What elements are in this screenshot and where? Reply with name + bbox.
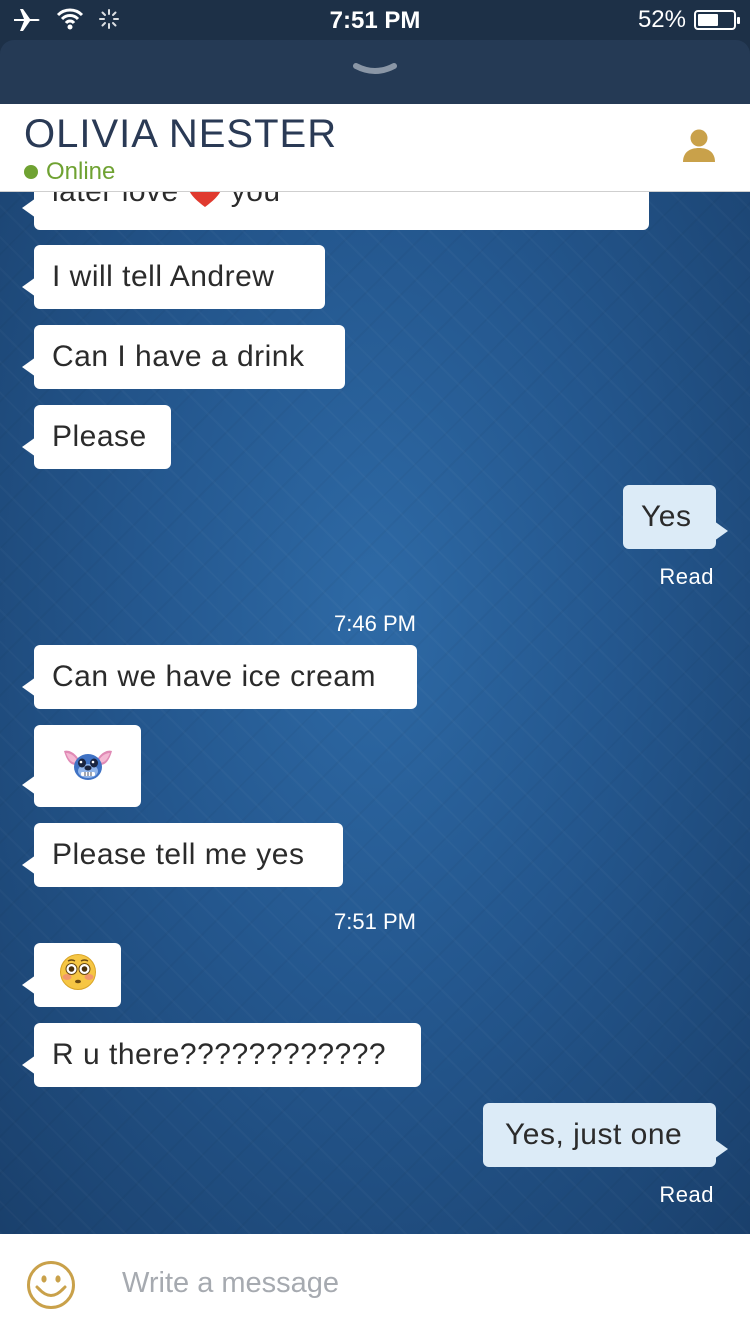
presence-label: Online (46, 158, 116, 185)
sheet-handle[interactable] (0, 40, 750, 104)
battery-icon (694, 10, 740, 30)
read-receipt: Read (659, 564, 714, 589)
message-input[interactable] (122, 1258, 712, 1308)
battery-percent: 52% (637, 6, 686, 33)
message-text: later love (52, 192, 179, 207)
message-outgoing[interactable]: Yes, just one (483, 1103, 728, 1167)
message-incoming[interactable]: I will tell Andrew (22, 245, 325, 309)
message-text: Yes, just one (505, 1118, 683, 1151)
message-incoming[interactable] (22, 943, 121, 1007)
sheet-handle-area (0, 40, 750, 104)
stitch-emoji-icon (62, 743, 114, 789)
chevron-down-icon[interactable] (352, 60, 398, 87)
message-incoming[interactable]: later love you (22, 192, 649, 230)
heart-emoji-icon (187, 192, 223, 208)
message-incoming[interactable]: Can we have ice cream (22, 645, 417, 709)
message-outgoing[interactable]: Yes (623, 485, 728, 549)
online-dot-icon (24, 165, 38, 179)
flushed-face-emoji-icon (59, 953, 97, 997)
presence-status: Online (24, 158, 115, 186)
profile-icon[interactable] (682, 128, 716, 169)
message-text: Can we have ice cream (52, 660, 376, 693)
contact-name[interactable]: OLIVIA NESTER (24, 112, 337, 157)
chat-header: OLIVIA NESTER Online (0, 104, 750, 192)
message-text: I will tell Andrew (52, 260, 275, 293)
message-incoming[interactable]: R u there???????????? (22, 1023, 421, 1087)
smiley-icon[interactable] (26, 1260, 76, 1315)
message-text: you (231, 192, 281, 207)
read-receipt: Read (659, 1182, 714, 1207)
chat-area[interactable]: later love you I will tell Andrew Can I … (0, 192, 750, 1234)
message-text: Yes (641, 500, 692, 533)
message-incoming[interactable]: Please (22, 405, 171, 469)
message-incoming[interactable]: Please tell me yes (22, 823, 343, 887)
message-composer (0, 1234, 750, 1334)
status-bar: 7:51 PM 52% (0, 0, 750, 40)
message-incoming[interactable] (22, 725, 141, 807)
message-text: R u there???????????? (52, 1038, 387, 1071)
message-text: Please (52, 420, 147, 453)
timestamp-separator: 7:51 PM (334, 909, 416, 934)
message-text: Can I have a drink (52, 340, 305, 373)
status-icons-right: 52% (637, 6, 740, 34)
message-text: Please tell me yes (52, 838, 305, 871)
message-incoming[interactable]: Can I have a drink (22, 325, 345, 389)
timestamp-separator: 7:46 PM (334, 611, 416, 636)
